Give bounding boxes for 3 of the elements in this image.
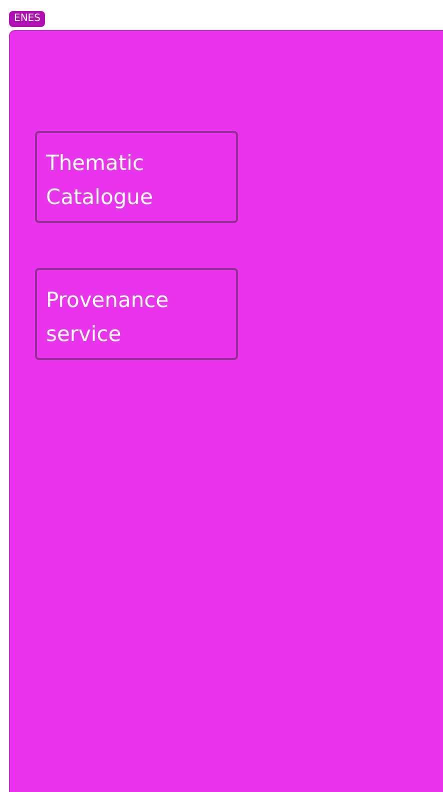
service-card[interactable]: Provenance service <box>35 268 238 360</box>
app-badge: ENES <box>9 11 46 27</box>
service-card[interactable]: Thematic Catalogue <box>35 131 238 223</box>
